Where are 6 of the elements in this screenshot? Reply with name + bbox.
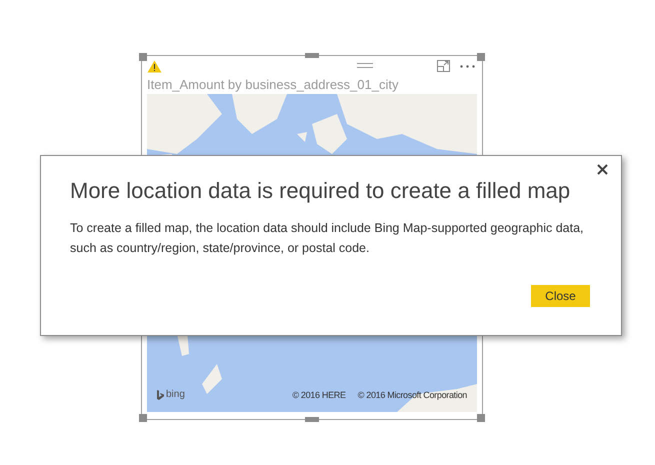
- map-attribution: © 2016 HERE: [292, 388, 346, 402]
- dialog-title: More location data is required to create a filled map: [70, 177, 572, 205]
- dialog-message: To create a filled map, the location data should include Bing Map-supported geographic data, such as country/region, state/province, or postal code.: [70, 220, 585, 257]
- bing-logo-text: bing: [166, 388, 185, 402]
- map-attribution: © 2016 Microsoft Corporation: [358, 388, 467, 402]
- visual-title: Item_Amount by business_address_01_city: [147, 76, 400, 94]
